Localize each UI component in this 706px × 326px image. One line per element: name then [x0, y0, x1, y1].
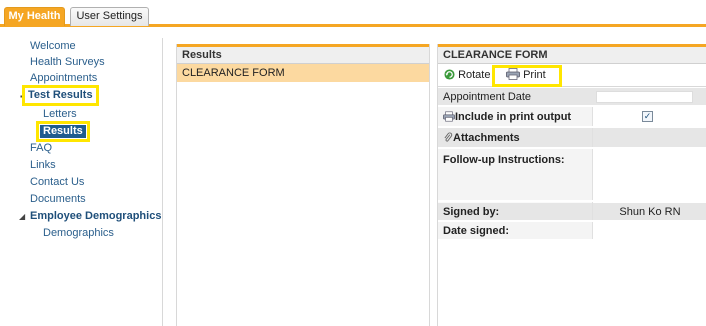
nav-divider: [162, 38, 163, 326]
nav-welcome[interactable]: Welcome: [30, 40, 76, 53]
print-highlight: [492, 65, 562, 87]
rotate-button[interactable]: Rotate: [444, 68, 490, 82]
sidebar-nav: Welcome Health Surveys Appointments ▪ Te…: [0, 30, 162, 326]
clearance-form-panel: CLEARANCE FORM Rotate Print Appointment …: [437, 44, 706, 326]
paperclip-icon: [444, 132, 453, 142]
nav-demographics[interactable]: Demographics: [43, 227, 114, 240]
rotate-icon: [444, 69, 455, 80]
appointment-date-row: Appointment Date: [438, 88, 706, 106]
include-print-checkbox[interactable]: ✓: [642, 111, 653, 122]
results-panel: Results CLEARANCE FORM: [176, 44, 430, 326]
signed-by-label: Signed by:: [443, 206, 500, 218]
nav-results[interactable]: Results: [36, 121, 90, 142]
nav-employee-demographics[interactable]: Employee Demographics: [30, 210, 161, 223]
followup-label: Follow-up Instructions:: [443, 154, 565, 166]
results-panel-header: Results: [177, 44, 429, 64]
include-print-row: Include in print output ✓: [438, 107, 706, 127]
nav-links[interactable]: Links: [30, 159, 56, 172]
signed-by-row: Signed by: Shun Ko RN: [438, 203, 706, 221]
appointment-date-field[interactable]: [596, 91, 693, 103]
nav-letters[interactable]: Letters: [43, 108, 77, 121]
list-item[interactable]: CLEARANCE FORM: [177, 64, 429, 82]
form-panel-header: CLEARANCE FORM: [438, 44, 706, 64]
include-print-label: Include in print output: [443, 111, 571, 123]
rotate-label: Rotate: [458, 69, 491, 81]
nav-faq[interactable]: FAQ: [30, 142, 52, 155]
tab-user-settings[interactable]: User Settings: [70, 7, 149, 26]
nav-appointments[interactable]: Appointments: [30, 72, 97, 85]
printer-icon: [443, 111, 455, 122]
nav-test-results[interactable]: Test Results: [22, 85, 99, 106]
expand-triangle-icon[interactable]: ◢: [19, 212, 25, 221]
form-toolbar: Rotate Print: [438, 64, 706, 87]
attachments-row: Attachments: [438, 128, 706, 148]
appointment-date-label: Appointment Date: [443, 91, 532, 103]
attachments-cell: [592, 128, 706, 147]
include-print-cell: ✓: [592, 107, 706, 126]
collapse-arrow-icon[interactable]: ▪: [20, 92, 23, 101]
signed-by-value: Shun Ko RN: [592, 203, 706, 220]
followup-cell: [592, 149, 706, 200]
include-print-text: Include in print output: [455, 111, 572, 123]
tab-my-health[interactable]: My Health: [4, 7, 65, 26]
nav-health-surveys[interactable]: Health Surveys: [30, 56, 105, 69]
top-tab-bar: My Health User Settings: [0, 0, 706, 27]
attachments-text: Attachments: [453, 132, 520, 144]
date-signed-row: Date signed:: [438, 222, 706, 240]
attachments-label: Attachments: [443, 132, 520, 144]
nav-contact-us[interactable]: Contact Us: [30, 176, 84, 189]
date-signed-label: Date signed:: [443, 225, 510, 237]
date-signed-cell: [592, 222, 706, 239]
followup-row: Follow-up Instructions:: [438, 149, 706, 201]
nav-documents[interactable]: Documents: [30, 193, 86, 206]
